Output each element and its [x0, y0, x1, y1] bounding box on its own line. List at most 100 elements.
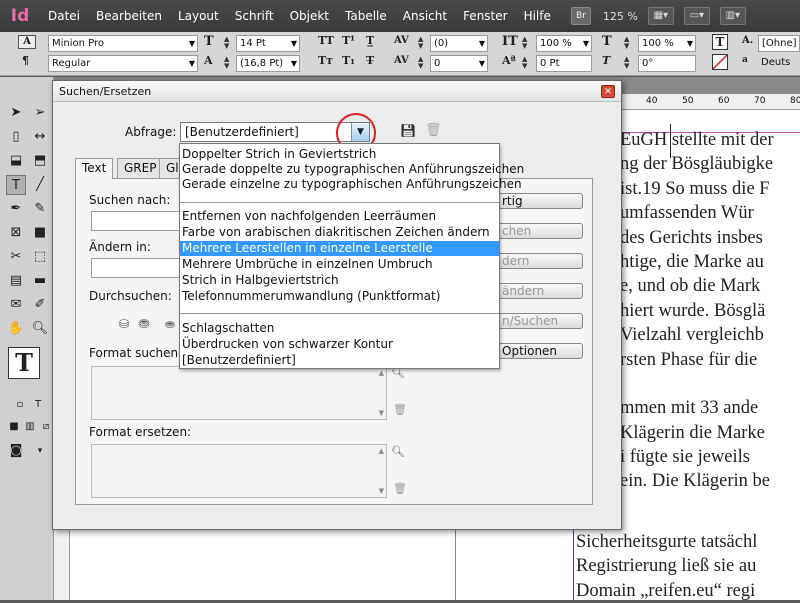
replace-input[interactable] — [91, 258, 191, 278]
rectangle-tool-icon[interactable]: ■ — [30, 223, 50, 243]
hand-tool-icon[interactable]: ✋ — [6, 319, 26, 339]
zoom-level[interactable]: 125 % — [603, 10, 638, 23]
paragraph-mode-icon[interactable]: ¶ — [22, 54, 29, 67]
all-caps-icon[interactable]: TT — [318, 34, 334, 47]
menu-ansicht[interactable]: Ansicht — [395, 9, 455, 23]
stroke-none-icon[interactable] — [712, 54, 728, 70]
gap-tool-icon[interactable]: ↔ — [30, 127, 50, 147]
dropdown-item[interactable]: Doppelter Strich in Geviertstrich — [180, 147, 499, 162]
rectangle-frame-tool-icon[interactable]: ⊠ — [6, 223, 26, 243]
selection-tool-icon[interactable]: ➤ — [6, 103, 26, 123]
fill-text-icon[interactable]: T — [712, 34, 728, 50]
change-find-button[interactable]: n/Suchen — [489, 313, 583, 329]
dropdown-item[interactable]: [Benutzerdefiniert] — [180, 353, 499, 368]
save-icon[interactable]: 💾︎ — [400, 124, 417, 139]
hidden-layers-icon[interactable]: ⛂ — [165, 317, 175, 331]
kerning-field[interactable]: (0) ▼ — [430, 35, 488, 52]
formatting-text-icon[interactable]: T — [28, 395, 48, 415]
preview-mode-icon[interactable]: ▾ — [30, 441, 50, 461]
language-select[interactable]: Deuts — [758, 55, 800, 72]
zoom-tool-icon[interactable]: 🔍︎ — [30, 319, 50, 339]
baseline-shift-stepper[interactable]: ▲ ▼ — [522, 56, 527, 70]
strikethrough-icon[interactable]: T̶ — [366, 54, 374, 67]
gradient-feather-tool-icon[interactable]: ▬ — [30, 271, 50, 291]
dropdown-item[interactable]: Mehrere Umbrüche in einzelnen Umbruch — [180, 257, 499, 272]
pencil-tool-icon[interactable]: ✎ — [30, 199, 50, 219]
vertical-scale-field[interactable]: 100 % ▼ — [536, 35, 592, 52]
menu-schrift[interactable]: Schrift — [227, 9, 282, 23]
bridge-button[interactable]: Br — [570, 7, 591, 25]
search-input[interactable] — [91, 211, 191, 231]
menu-objekt[interactable]: Objekt — [282, 9, 337, 23]
tracking-stepper[interactable]: ▲ ▼ — [418, 56, 423, 70]
type-tool-icon[interactable]: T — [6, 175, 26, 195]
horizontal-ruler[interactable]: 40 50 60 70 80 — [620, 94, 800, 110]
done-button[interactable]: rtig — [489, 193, 583, 209]
change-button[interactable]: dern — [489, 253, 583, 269]
small-caps-icon[interactable]: Tт — [318, 54, 333, 67]
document-text-frame[interactable]: EuGH stellte mit der ng der Bösgläubigke… — [620, 128, 800, 494]
font-family-select[interactable]: Minion Pro ▼ — [48, 35, 198, 52]
menu-tabelle[interactable]: Tabelle — [337, 9, 395, 23]
line-tool-icon[interactable]: ╱ — [30, 175, 50, 195]
skew-field[interactable]: 0° — [638, 55, 696, 72]
tab-text[interactable]: Text — [75, 158, 114, 179]
dropdown-item[interactable]: Entfernen von nachfolgenden Leerräumen — [180, 209, 499, 224]
tab-grep[interactable]: GREP — [117, 158, 164, 178]
leading-field[interactable]: (16,8 Pt) ▼ — [236, 55, 300, 72]
close-icon[interactable]: ✕ — [601, 85, 615, 98]
subscript-icon[interactable]: T₁ — [342, 54, 355, 67]
tracking-field[interactable]: 0 ▼ — [430, 55, 488, 72]
horizontal-scale-stepper[interactable]: ▲ ▼ — [624, 36, 629, 50]
scissors-tool-icon[interactable]: ✂ — [6, 247, 26, 267]
dropdown-item[interactable]: Telefonnummerumwandlung (Punktformat) — [180, 289, 499, 304]
dropdown-item[interactable]: Gerade doppelte zu typographischen Anfüh… — [180, 162, 524, 177]
content-collector-icon[interactable]: ⬓ — [6, 151, 26, 171]
direct-selection-tool-icon[interactable]: ➢ — [30, 103, 50, 123]
font-size-field[interactable]: 14 Pt ▼ — [236, 35, 300, 52]
scroll-down-icon[interactable]: ▼ — [379, 487, 384, 495]
scroll-up-icon[interactable]: ▲ — [379, 369, 384, 377]
gradient-swatch-tool-icon[interactable]: ▤ — [6, 271, 26, 291]
scroll-down-icon[interactable]: ▼ — [379, 409, 384, 417]
superscript-icon[interactable]: T¹ — [342, 34, 355, 47]
kerning-stepper[interactable]: ▲ ▼ — [418, 36, 423, 50]
fill-stroke-swatch-icon[interactable]: T — [8, 347, 40, 379]
underline-icon[interactable]: T̲ — [366, 34, 374, 47]
dropdown-item[interactable]: Farbe von arabischen diakritischen Zeich… — [180, 225, 499, 240]
dropdown-item[interactable]: Schlagschatten — [180, 321, 499, 336]
menu-bearbeiten[interactable]: Bearbeiten — [88, 9, 170, 23]
menu-layout[interactable]: Layout — [170, 9, 227, 23]
vertical-scale-stepper[interactable]: ▲ ▼ — [522, 36, 527, 50]
note-tool-icon[interactable]: ✉ — [6, 295, 26, 315]
menu-fenster[interactable]: Fenster — [455, 9, 516, 23]
change-all-button[interactable]: ändern — [489, 283, 583, 299]
font-style-select[interactable]: Regular ▼ — [48, 55, 198, 72]
eyedropper-tool-icon[interactable]: ✐ — [30, 295, 50, 315]
dialog-titlebar[interactable]: Suchen/Ersetzen ✕ — [53, 81, 621, 102]
clear-format-icon[interactable]: 🗑︎ — [393, 403, 407, 416]
dropdown-item[interactable]: Gerade einzelne zu typographischen Anfüh… — [180, 177, 522, 192]
format-search-box[interactable]: ▲ ▼ — [91, 366, 387, 420]
dropdown-item-selected[interactable]: Mehrere Leerstellen in einzelne Leerstel… — [180, 241, 499, 256]
character-style-select[interactable]: [Ohne] — [758, 35, 800, 52]
find-button[interactable]: chen — [489, 223, 583, 239]
default-colors-icon[interactable]: ▫ — [10, 395, 30, 415]
document-text-frame-lower[interactable]: Sicherheitsgurte tatsächl Registrierung … — [576, 530, 800, 603]
character-mode-icon[interactable]: A — [18, 35, 36, 49]
content-placer-icon[interactable]: ⬒ — [30, 151, 50, 171]
format-replace-box[interactable]: ▲ ▼ — [91, 444, 387, 498]
page-tool-icon[interactable]: ▯ — [6, 127, 26, 147]
scroll-up-icon[interactable]: ▲ — [379, 447, 384, 455]
clear-format-icon[interactable]: 🗑︎ — [393, 482, 407, 495]
free-transform-tool-icon[interactable]: ⬚ — [30, 247, 50, 267]
arrange-documents-icon[interactable]: ▥▾ — [719, 7, 746, 25]
horizontal-scale-field[interactable]: 100 % ▼ — [638, 35, 696, 52]
leading-stepper[interactable]: ▲ ▼ — [224, 56, 229, 70]
dropdown-item[interactable]: Überdrucken von schwarzer Kontur — [180, 337, 499, 352]
skew-stepper[interactable]: ▲ ▼ — [624, 56, 629, 70]
menu-hilfe[interactable]: Hilfe — [516, 9, 559, 23]
trash-icon[interactable]: 🗑︎ — [425, 123, 442, 138]
normal-mode-icon[interactable]: ◙ — [6, 441, 26, 461]
font-size-stepper[interactable]: ▲ ▼ — [224, 36, 229, 50]
